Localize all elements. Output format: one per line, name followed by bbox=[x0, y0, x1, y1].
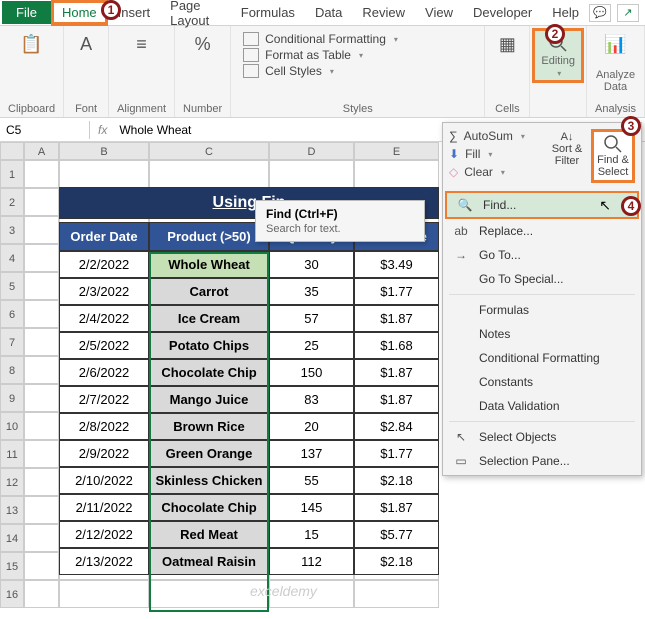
row-header[interactable]: 11 bbox=[0, 440, 24, 468]
data-tab[interactable]: Data bbox=[305, 1, 352, 24]
sigma-icon: ∑ bbox=[449, 129, 458, 143]
table-row: 2/12/2022Red Meat15$5.77 bbox=[59, 521, 439, 548]
cond-format-icon bbox=[243, 32, 259, 46]
clear-button[interactable]: ◇Clear▾ bbox=[449, 165, 525, 179]
data-table: Using Fin Order Date Product (>50) Quant… bbox=[59, 222, 439, 575]
eraser-icon: ◇ bbox=[449, 165, 458, 179]
table-row: 2/7/2022Mango Juice83$1.87 bbox=[59, 386, 439, 413]
autosum-button[interactable]: ∑AutoSum▾ bbox=[449, 129, 525, 143]
menu-selection-pane[interactable]: ▭Selection Pane... bbox=[443, 449, 641, 473]
conditional-formatting-button[interactable]: Conditional Formatting▾ bbox=[243, 32, 472, 46]
file-tab[interactable]: File bbox=[2, 1, 51, 24]
menu-formulas[interactable]: Formulas bbox=[443, 298, 641, 322]
find-tooltip: Find (Ctrl+F) Search for text. bbox=[255, 200, 425, 242]
cell-styles-button[interactable]: Cell Styles▾ bbox=[243, 64, 472, 78]
fill-button[interactable]: ⬇Fill▾ bbox=[449, 147, 525, 161]
row-header[interactable]: 2 bbox=[0, 188, 24, 216]
row-header[interactable]: 14 bbox=[0, 524, 24, 552]
styles-group: Conditional Formatting▾ Format as Table▾… bbox=[231, 26, 485, 117]
number-icon: % bbox=[189, 30, 217, 58]
alignment-group[interactable]: ≡ Alignment bbox=[109, 26, 175, 117]
cells-icon: ▦ bbox=[493, 30, 521, 58]
table-row: 2/2/2022Whole Wheat30$3.49 bbox=[59, 251, 439, 278]
menu-cond-format[interactable]: Conditional Formatting bbox=[443, 346, 641, 370]
home-tab[interactable]: Home bbox=[51, 0, 108, 26]
editing-dropdown-panel: ∑AutoSum▾ ⬇Fill▾ ◇Clear▾ A↓ Sort & Filte… bbox=[442, 122, 642, 476]
fx-icon[interactable]: fx bbox=[90, 123, 115, 137]
row-header[interactable]: 13 bbox=[0, 496, 24, 524]
number-group[interactable]: % Number bbox=[175, 26, 231, 117]
annotation-3: 3 bbox=[621, 116, 641, 136]
font-icon: A bbox=[72, 30, 100, 58]
menu-goto-special[interactable]: Go To Special... bbox=[443, 267, 641, 291]
row-header[interactable]: 10 bbox=[0, 412, 24, 440]
menu-find[interactable]: 🔍 Find... ↖ bbox=[445, 191, 639, 219]
table-row: 2/5/2022Potato Chips25$1.68 bbox=[59, 332, 439, 359]
magnifier-icon: 🔍 bbox=[457, 198, 473, 212]
table-row: 2/11/2022Chocolate Chip145$1.87 bbox=[59, 494, 439, 521]
row-header[interactable]: 12 bbox=[0, 468, 24, 496]
annotation-2: 2 bbox=[545, 24, 565, 44]
header-date: Order Date bbox=[59, 222, 149, 251]
font-group[interactable]: A Font bbox=[64, 26, 109, 117]
table-row: 2/8/2022Brown Rice20$2.84 bbox=[59, 413, 439, 440]
clipboard-group[interactable]: 📋 Clipboard bbox=[0, 26, 64, 117]
annotation-1: 1 bbox=[101, 0, 121, 20]
menu-notes[interactable]: Notes bbox=[443, 322, 641, 346]
header-product: Product (>50) bbox=[149, 222, 269, 251]
alignment-icon: ≡ bbox=[128, 30, 156, 58]
clipboard-icon: 📋 bbox=[18, 30, 46, 58]
sort-icon: A↓ bbox=[561, 131, 574, 143]
menu-replace[interactable]: abReplace... bbox=[443, 219, 641, 243]
table-row: 2/9/2022Green Orange137$1.77 bbox=[59, 440, 439, 467]
sort-filter-button[interactable]: A↓ Sort & Filter bbox=[545, 129, 589, 183]
table-row: 2/3/2022Carrot35$1.77 bbox=[59, 278, 439, 305]
row-header[interactable]: 3 bbox=[0, 216, 24, 244]
watermark: exceldemy bbox=[250, 583, 317, 599]
pane-icon: ▭ bbox=[453, 454, 469, 468]
menu-constants[interactable]: Constants bbox=[443, 370, 641, 394]
developer-tab[interactable]: Developer bbox=[463, 1, 542, 24]
magnifier-icon bbox=[603, 134, 623, 154]
row-header[interactable]: 8 bbox=[0, 356, 24, 384]
fill-icon: ⬇ bbox=[449, 147, 459, 161]
annotation-4: 4 bbox=[621, 196, 641, 216]
formulas-tab[interactable]: Formulas bbox=[231, 1, 305, 24]
cells-group[interactable]: ▦ Cells bbox=[485, 26, 530, 117]
row-header[interactable]: 16 bbox=[0, 580, 24, 608]
table-row: 2/10/2022Skinless Chicken55$2.18 bbox=[59, 467, 439, 494]
replace-icon: ab bbox=[453, 224, 469, 238]
comments-icon[interactable]: 💬 bbox=[589, 4, 611, 22]
menu-goto[interactable]: →Go To... bbox=[443, 243, 641, 267]
name-box[interactable]: C5 bbox=[0, 121, 90, 139]
analysis-group[interactable]: 📊 Analyze Data Analysis bbox=[587, 26, 645, 117]
row-header[interactable]: 6 bbox=[0, 300, 24, 328]
table-row: 2/6/2022Chocolate Chip150$1.87 bbox=[59, 359, 439, 386]
find-select-button[interactable]: Find & Select bbox=[591, 129, 635, 183]
row-header[interactable]: 4 bbox=[0, 244, 24, 272]
row-header[interactable]: 1 bbox=[0, 160, 24, 188]
cursor-icon: ↖ bbox=[599, 197, 611, 214]
help-tab[interactable]: Help bbox=[542, 1, 589, 24]
view-tab[interactable]: View bbox=[415, 1, 463, 24]
table-icon bbox=[243, 48, 259, 62]
formula-bar[interactable]: Whole Wheat bbox=[115, 121, 275, 139]
table-row: 2/4/2022Ice Cream57$1.87 bbox=[59, 305, 439, 332]
menu-data-validation[interactable]: Data Validation bbox=[443, 394, 641, 418]
pointer-icon: ↖ bbox=[453, 430, 469, 444]
row-header[interactable]: 7 bbox=[0, 328, 24, 356]
table-row: 2/13/2022Oatmeal Raisin112$2.18 bbox=[59, 548, 439, 575]
share-icon[interactable]: ↗ bbox=[617, 4, 639, 22]
goto-icon: → bbox=[453, 248, 469, 262]
review-tab[interactable]: Review bbox=[352, 1, 415, 24]
menu-select-objects[interactable]: ↖Select Objects bbox=[443, 425, 641, 449]
cell-styles-icon bbox=[243, 64, 259, 78]
analyze-icon: 📊 bbox=[602, 30, 630, 58]
format-as-table-button[interactable]: Format as Table▾ bbox=[243, 48, 472, 62]
row-header[interactable]: 9 bbox=[0, 384, 24, 412]
row-header[interactable]: 5 bbox=[0, 272, 24, 300]
row-header[interactable]: 15 bbox=[0, 552, 24, 580]
